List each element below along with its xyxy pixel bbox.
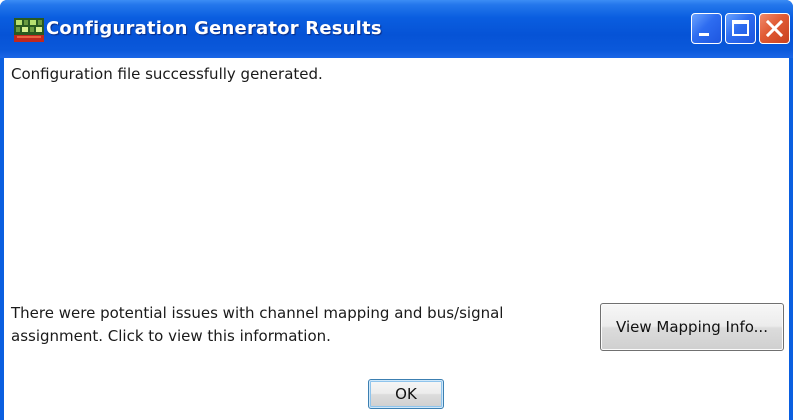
- dialog-body: Configuration file successfully generate…: [4, 58, 789, 420]
- window-title: Configuration Generator Results: [46, 18, 382, 39]
- maximize-button[interactable]: [725, 13, 756, 44]
- maximize-icon: [732, 20, 749, 36]
- results-window: Configuration Generator Results Configur…: [0, 0, 793, 420]
- app-grid-icon[interactable]: [14, 18, 44, 42]
- close-icon: [765, 19, 784, 38]
- issues-message: There were potential issues with channel…: [11, 304, 504, 345]
- ok-button[interactable]: OK: [368, 379, 444, 409]
- close-button[interactable]: [759, 13, 790, 44]
- status-message: Configuration file successfully generate…: [11, 65, 323, 83]
- minimize-button[interactable]: [691, 13, 722, 44]
- view-mapping-info-button[interactable]: View Mapping Info...: [600, 303, 784, 351]
- title-bar[interactable]: Configuration Generator Results: [0, 0, 793, 58]
- minimize-icon: [699, 33, 709, 36]
